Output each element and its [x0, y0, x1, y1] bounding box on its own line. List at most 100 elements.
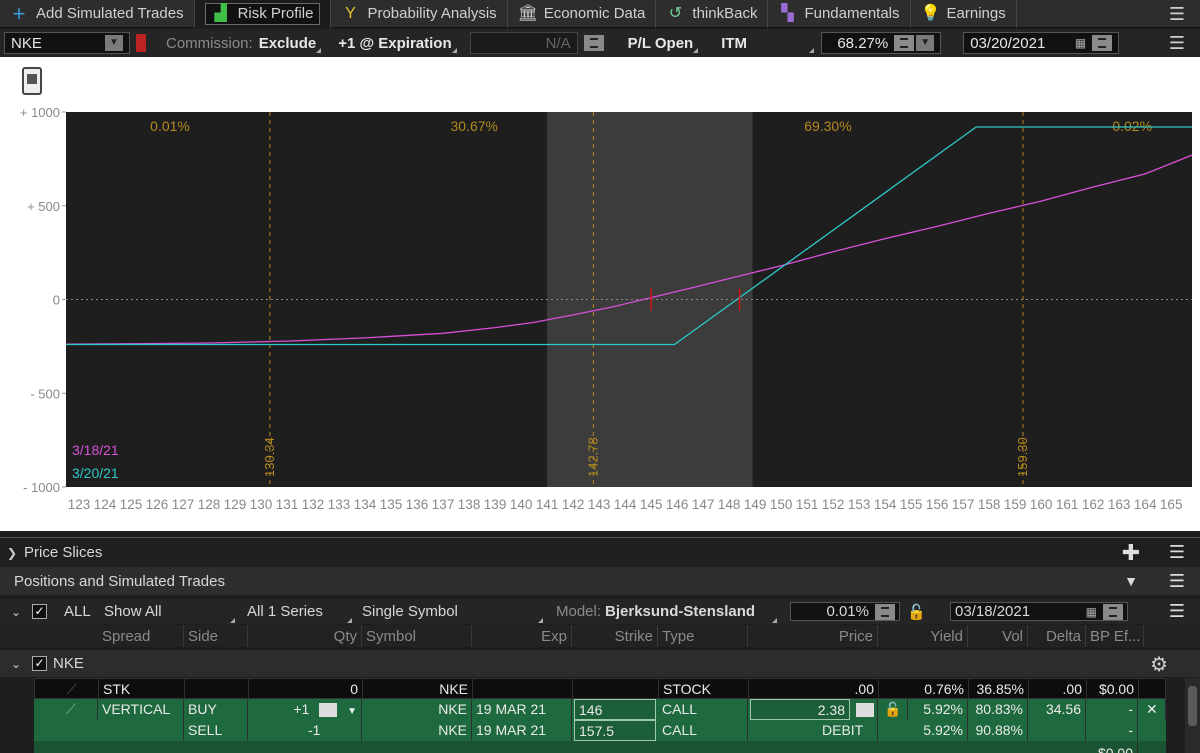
- vol-shift-input[interactable]: 0.01%: [790, 602, 900, 621]
- filter-date-input[interactable]: 03/18/2021 ▦: [950, 602, 1128, 621]
- positions-menu-icon[interactable]: ☰: [1162, 567, 1192, 595]
- total-bp: $0.00: [1086, 743, 1138, 753]
- add-slice-plus-icon[interactable]: ✚: [1116, 539, 1146, 566]
- cell-exp: [473, 679, 573, 700]
- col-strike[interactable]: Strike: [572, 625, 658, 647]
- probability-input[interactable]: 68.27% ▼: [821, 32, 942, 54]
- table-row[interactable]: ⟋ STK 0 NKE STOCK .00 0.76% 36.85% .00 $…: [34, 678, 1166, 700]
- tab-economic-data[interactable]: 🏛 Economic Data: [508, 0, 657, 28]
- x-tick-label: 165: [1160, 497, 1183, 512]
- tab-thinkback[interactable]: ↺ thinkBack: [656, 0, 769, 28]
- chevron-down-icon[interactable]: ▼: [916, 35, 935, 51]
- na-input[interactable]: N/A: [469, 32, 578, 54]
- unlock-icon[interactable]: 🔓: [903, 599, 930, 624]
- model-selector[interactable]: Model: Bjerksund-Stensland: [552, 599, 778, 624]
- probability-stepper-icon[interactable]: [894, 35, 915, 51]
- commission-value: Exclude: [258, 34, 317, 52]
- series-selector[interactable]: All 1 Series: [243, 599, 353, 624]
- expiration-mode-selector[interactable]: +1 @ Expiration: [332, 32, 457, 54]
- cell-price[interactable]: .00: [749, 679, 879, 700]
- all-checkbox[interactable]: ✓: [32, 604, 47, 619]
- pl-mode-selector[interactable]: P/L Open: [622, 32, 700, 54]
- tab-label: Earnings: [946, 5, 1006, 22]
- filter-menu-icon[interactable]: ☰: [1162, 599, 1192, 624]
- cell-qty: -1: [248, 720, 362, 741]
- itm-selector[interactable]: ITM: [715, 32, 815, 54]
- cell-spread[interactable]: VERTICAL: [98, 699, 184, 720]
- x-tick-label: 163: [1108, 497, 1131, 512]
- col-bp-effect[interactable]: BP Ef...: [1086, 625, 1144, 647]
- tab-probability-analysis[interactable]: Y Probability Analysis: [331, 0, 508, 28]
- chart-toggle-icon[interactable]: ⟋: [63, 679, 99, 700]
- x-tick-label: 145: [640, 497, 663, 512]
- collapse-down-icon[interactable]: ▼: [1116, 567, 1146, 595]
- cell-exp[interactable]: 19 MAR 21: [472, 699, 572, 720]
- table-row[interactable]: ⟋ VERTICAL BUY +1 ▼ NKE 19 MAR 21 146 CA…: [34, 699, 1166, 720]
- col-symbol[interactable]: Symbol: [362, 625, 472, 647]
- vertical-scrollbar[interactable]: [1185, 678, 1200, 753]
- cell-type[interactable]: CALL: [658, 699, 748, 720]
- scroll-thumb[interactable]: [1188, 686, 1197, 726]
- price-slices-menu-icon[interactable]: ☰: [1162, 539, 1192, 566]
- alert-flag-icon[interactable]: [136, 34, 146, 52]
- date-input[interactable]: 03/20/2021 ▦: [963, 32, 1120, 54]
- price-stepper-icon[interactable]: [852, 699, 878, 720]
- lock-icon[interactable]: 🔓: [880, 699, 908, 720]
- tab-label: thinkBack: [692, 5, 758, 22]
- calendar-icon[interactable]: ▦: [1075, 36, 1086, 50]
- cell-strike[interactable]: 157.5: [574, 720, 656, 741]
- tab-earnings[interactable]: 💡 Earnings: [911, 0, 1017, 28]
- tab-risk-profile[interactable]: ▟ Risk Profile: [194, 0, 332, 28]
- commission-selector[interactable]: Commission: Exclude: [160, 32, 322, 54]
- chevron-down-icon[interactable]: ⌄: [4, 657, 28, 671]
- col-price[interactable]: Price: [748, 625, 878, 647]
- cell-qty[interactable]: 0: [249, 679, 363, 700]
- chevron-right-icon[interactable]: ❯: [0, 546, 24, 560]
- chart-toggle-icon[interactable]: ⟋: [62, 699, 98, 720]
- risk-profile-area: + 1000 + 500 0- 500- 1000 123 124 125 126 127 12…: [0, 57, 1200, 531]
- control-bar: NKE ▼ Commission: Exclude +1 @ Expiratio…: [0, 29, 1200, 57]
- na-stepper-icon[interactable]: [583, 35, 604, 51]
- show-all-selector[interactable]: Show All: [100, 599, 236, 624]
- cell-yield: 5.92%: [908, 720, 968, 741]
- cell-type: CALL: [658, 720, 748, 741]
- controlbar-menu-icon[interactable]: ☰: [1162, 29, 1192, 57]
- x-tick-label: 124: [94, 497, 117, 512]
- cell-qty[interactable]: +1 ▼: [248, 699, 362, 720]
- group-row-nke[interactable]: ⌄ ✓ NKE ⚙: [0, 650, 1200, 677]
- cell-type: STOCK: [659, 679, 749, 700]
- x-tick-label: 125: [120, 497, 143, 512]
- table-row[interactable]: SELL -1 NKE 19 MAR 21 157.5 CALL DEBIT 5…: [34, 720, 1166, 741]
- col-exp[interactable]: Exp: [472, 625, 572, 647]
- chevron-down-icon[interactable]: ▼: [347, 706, 357, 717]
- col-delta[interactable]: Delta: [1028, 625, 1086, 647]
- chevron-down-icon[interactable]: ▼: [105, 35, 123, 51]
- col-vol[interactable]: Vol: [968, 625, 1028, 647]
- col-side[interactable]: Side: [184, 625, 248, 647]
- col-qty[interactable]: Qty: [248, 625, 362, 647]
- cell-price[interactable]: 2.38: [750, 699, 850, 720]
- col-spread[interactable]: Spread: [98, 625, 184, 647]
- tabbar-menu-icon[interactable]: ☰: [1162, 0, 1192, 28]
- cell-strike[interactable]: 146: [574, 699, 656, 720]
- close-icon[interactable]: ✕: [1142, 699, 1166, 720]
- cell-side[interactable]: BUY: [184, 699, 248, 720]
- risk-profile-chart[interactable]: + 1000+ 5000- 500- 1000123 124 125 126 127 12…: [0, 57, 1200, 531]
- cell-spread: STK: [99, 679, 185, 700]
- date-stepper-icon[interactable]: [1092, 35, 1113, 51]
- qty-stepper-icon[interactable]: [319, 703, 338, 718]
- gear-icon[interactable]: ⚙: [1150, 652, 1168, 677]
- tab-fundamentals[interactable]: ▚ Fundamentals: [768, 0, 911, 28]
- symbol-selector[interactable]: NKE ▼: [4, 32, 130, 54]
- divider: [0, 537, 1200, 538]
- price-slices-header[interactable]: ❯ Price Slices ✚ ☰: [0, 539, 1200, 566]
- group-checkbox[interactable]: ✓: [32, 656, 47, 671]
- symbol-mode-selector[interactable]: Single Symbol: [358, 599, 544, 624]
- col-yield[interactable]: Yield: [908, 625, 968, 647]
- price-slices-label: Price Slices: [24, 544, 103, 561]
- chevron-down-icon[interactable]: ⌄: [4, 605, 28, 619]
- cell-strike: [573, 679, 659, 700]
- cell-symbol: NKE: [362, 699, 472, 720]
- tab-add-simulated-trades[interactable]: + Add Simulated Trades: [0, 0, 195, 28]
- col-type[interactable]: Type: [658, 625, 748, 647]
